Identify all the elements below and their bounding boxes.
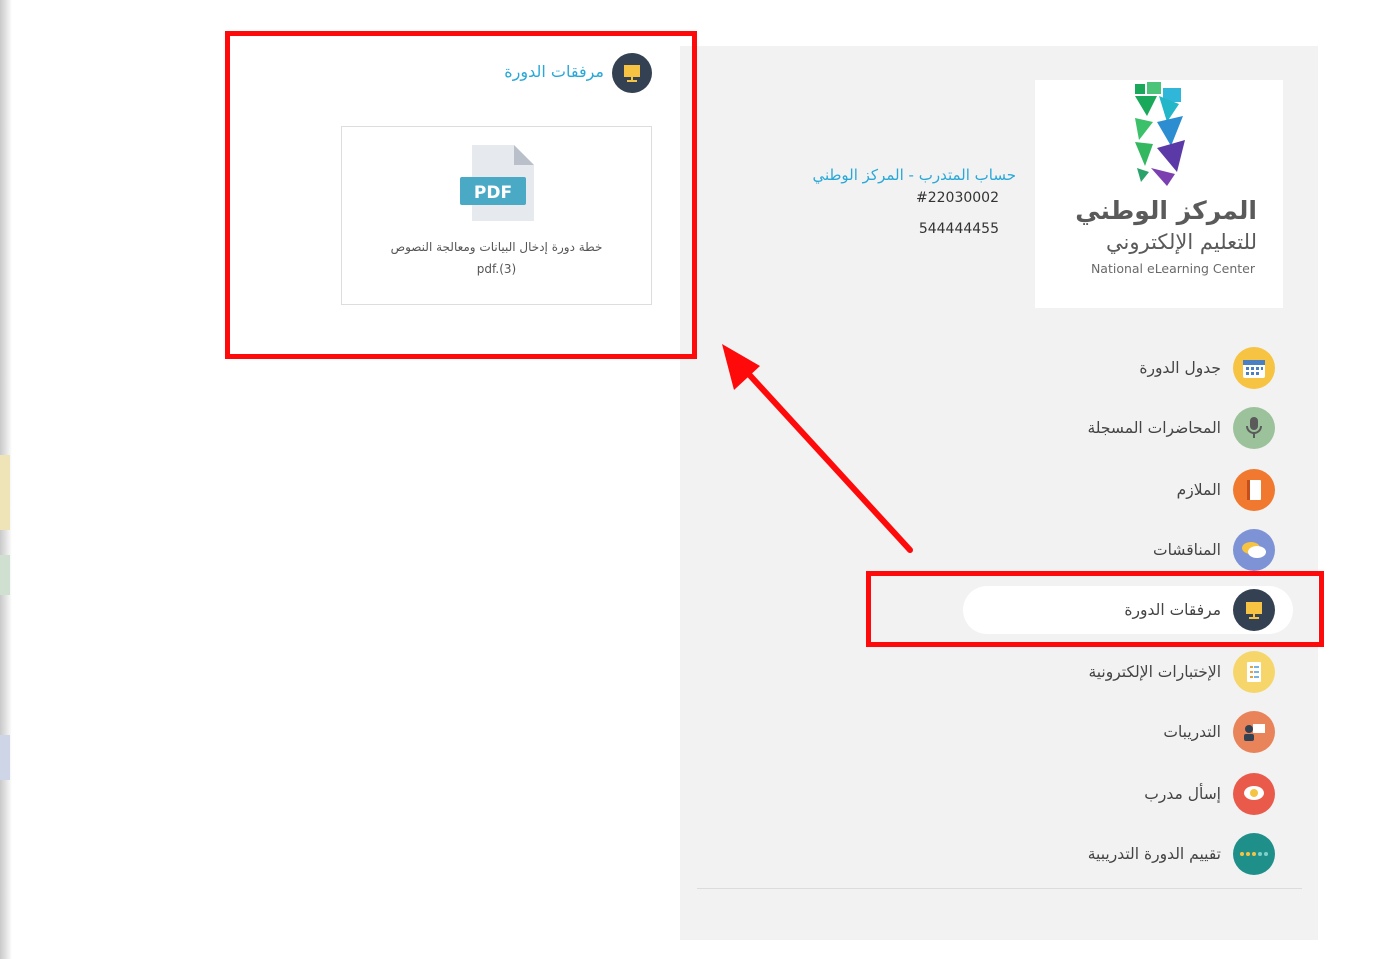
sidebar-item-label: جدول الدورة — [1139, 359, 1221, 377]
test-sheet-icon — [1233, 651, 1275, 693]
brand-name-english: National eLearning Center — [1090, 261, 1255, 276]
sidebar-item-discussions[interactable]: المناقشات — [945, 526, 1275, 574]
sidebar-item-label: تقييم الدورة التدريبية — [1087, 845, 1221, 863]
logo-mark-icon — [1135, 82, 1185, 186]
sidebar-item-label: التدريبات — [1163, 723, 1221, 741]
account-phone: 544444455 — [918, 221, 999, 237]
trainer-board-icon — [1233, 711, 1275, 753]
sidebar-item-label: إسأل مدرب — [1144, 785, 1221, 803]
notebook-icon — [1233, 469, 1275, 511]
sidebar-divider — [697, 888, 1302, 889]
annotation-highlight-attachments-panel — [225, 31, 697, 359]
account-id: #22030002 — [916, 190, 999, 206]
chat-bubbles-icon — [1233, 529, 1275, 571]
annotation-highlight-menu-item — [866, 571, 1324, 647]
sidebar-item-ask-trainer[interactable]: إسأل مدرب — [945, 770, 1275, 818]
sidebar-item-course-schedule[interactable]: جدول الدورة — [945, 344, 1275, 392]
sidebar-item-electronic-tests[interactable]: الإختبارات الإلكترونية — [945, 648, 1275, 696]
sidebar-item-recorded-lectures[interactable]: المحاضرات المسجلة — [945, 404, 1275, 452]
sidebar-item-label: المناقشات — [1153, 541, 1221, 559]
sidebar-item-handouts[interactable]: الملازم — [945, 466, 1275, 514]
sidebar-item-label: الإختبارات الإلكترونية — [1088, 663, 1221, 681]
sidebar-item-trainings[interactable]: التدريبات — [945, 708, 1275, 756]
sidebar-item-label: الملازم — [1176, 481, 1221, 499]
background-window-sliver — [0, 555, 10, 595]
brand-subname-arabic: للتعليم الإلكتروني — [1106, 230, 1257, 254]
sidebar-item-label: المحاضرات المسجلة — [1087, 419, 1221, 437]
rating-stars-icon — [1233, 833, 1275, 875]
calendar-icon — [1233, 347, 1275, 389]
account-title-link[interactable]: حساب المتدرب - المركز الوطني — [716, 166, 1016, 184]
brand-name-arabic: المركز الوطني — [1075, 196, 1257, 225]
question-chat-icon — [1233, 773, 1275, 815]
microphone-icon — [1233, 407, 1275, 449]
sidebar-item-course-rating[interactable]: تقييم الدورة التدريبية — [945, 830, 1275, 878]
background-window-sliver — [0, 455, 10, 530]
background-window-sliver — [0, 735, 10, 780]
